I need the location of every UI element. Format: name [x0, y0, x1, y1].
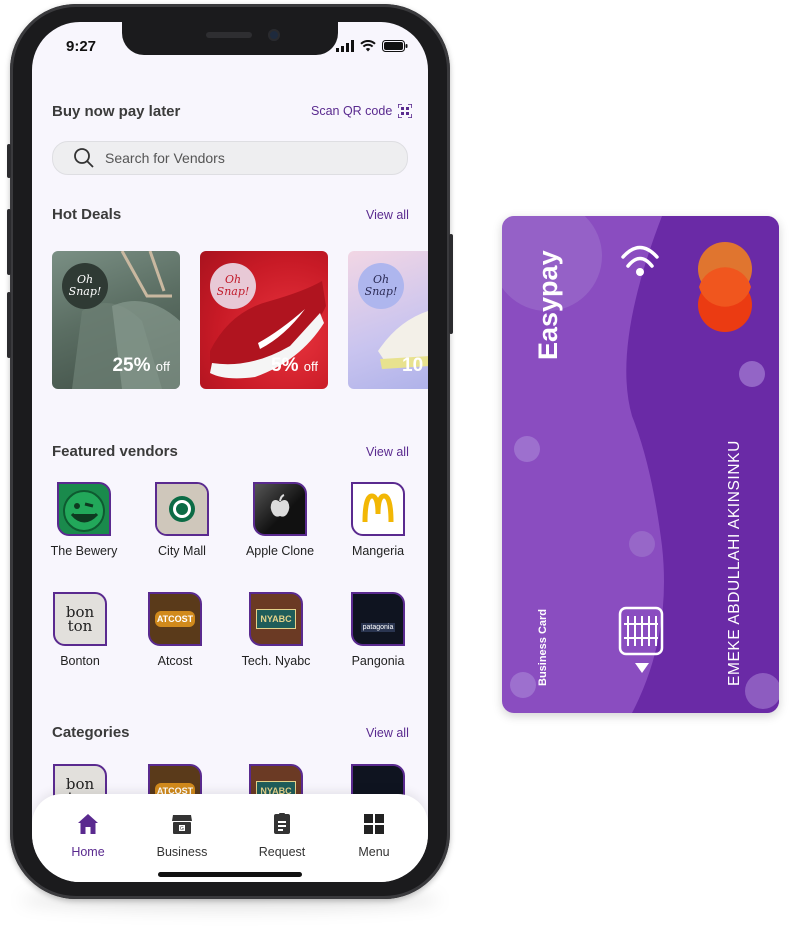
page-title: Buy now pay later	[52, 103, 181, 120]
deal-card[interactable]: Oh Snap! 25% off	[52, 251, 180, 389]
tab-request-label: Request	[258, 845, 306, 859]
nyabc-logo: NYABC	[249, 592, 303, 646]
tab-request[interactable]: Request	[242, 812, 322, 859]
vendor-name: Atcost	[157, 654, 193, 668]
tab-home-label: Home	[71, 845, 105, 859]
store-icon: G	[172, 815, 192, 834]
deal-percent: 5%	[271, 355, 299, 376]
deal-off-label: off	[155, 359, 170, 374]
vendor-item[interactable]: Apple Clone	[232, 482, 328, 558]
tab-business[interactable]: G Business	[142, 812, 222, 859]
vendor-item[interactable]: patagonia Pangonia	[330, 592, 426, 668]
mcdonalds-logo	[351, 482, 405, 536]
deal-discount: 5% off	[271, 355, 318, 377]
bonton-wordmark: bon ton	[65, 603, 95, 635]
apple-logo	[253, 482, 307, 536]
status-icons	[336, 40, 408, 52]
card-brand: Easypay	[519, 236, 579, 376]
deal-off-label: off	[303, 359, 318, 374]
arches-icon	[362, 493, 394, 523]
patagonia-wordmark: patagonia	[360, 623, 396, 632]
smiley-icon	[63, 490, 105, 532]
vendor-name: Apple Clone	[245, 544, 315, 558]
home-icon	[78, 814, 98, 834]
patagonia-logo: patagonia	[351, 592, 405, 646]
coffee-cup-icon	[157, 484, 207, 534]
notch	[122, 22, 338, 55]
vendor-item[interactable]: The Bewery	[36, 482, 132, 558]
battery-icon	[382, 40, 408, 52]
app-screen: 9:27 Buy now pay later Scan QR code Sear…	[32, 22, 428, 882]
starbucks-logo	[155, 482, 209, 536]
vendor-name: City Mall	[158, 544, 206, 558]
deal-badge: Oh Snap!	[210, 263, 256, 309]
vendor-item[interactable]: ATCOST Atcost	[127, 592, 223, 668]
vendor-item[interactable]: Mangeria	[330, 482, 426, 558]
nyabc-wordmark: NYABC	[256, 609, 296, 629]
featured-view-all[interactable]: View all	[366, 445, 409, 459]
deal-badge: Oh Snap!	[358, 263, 404, 309]
categories-title: Categories	[52, 724, 130, 741]
wifi-icon	[360, 40, 376, 52]
mute-switch	[7, 144, 11, 178]
power-button	[449, 234, 453, 334]
hot-deals-carousel: Oh Snap! 25% off Oh Snap! 5% off Oh Snap…	[52, 251, 428, 391]
grid-icon	[364, 814, 384, 834]
front-camera	[268, 29, 280, 41]
apple-icon	[270, 494, 290, 517]
hot-deals-title: Hot Deals	[52, 206, 122, 223]
document-icon	[274, 813, 290, 834]
vendor-name: Pangonia	[351, 654, 405, 668]
vendor-item[interactable]: City Mall	[134, 482, 230, 558]
vendor-item[interactable]: NYABC Tech. Nyabc	[228, 592, 324, 668]
deal-card[interactable]: Oh Snap! 5% off	[200, 251, 328, 389]
svg-text:G: G	[180, 826, 184, 832]
smiley-logo	[57, 482, 111, 536]
atcost-wordmark: ATCOST	[154, 611, 196, 627]
deal-percent: 25%	[112, 355, 151, 376]
vendor-name: The Bewery	[50, 544, 118, 558]
tab-menu[interactable]: Menu	[334, 812, 414, 859]
deal-card[interactable]: Oh Snap! 10	[348, 251, 428, 389]
vendor-item[interactable]: bon ton Bonton	[32, 592, 128, 668]
qr-code-icon	[398, 104, 413, 118]
bottom-tab-bar: Home G Business Request Menu	[32, 794, 428, 882]
scan-qr-label: Scan QR code	[311, 104, 393, 118]
featured-vendors-title: Featured vendors	[52, 443, 178, 460]
vendor-search-bar[interactable]: Search for Vendors	[52, 141, 408, 175]
vendor-name: Mangeria	[351, 544, 405, 558]
speaker-grille	[206, 32, 252, 38]
vendor-name: Tech. Nyabc	[241, 654, 311, 668]
tab-business-label: Business	[156, 845, 208, 859]
scan-qr-button[interactable]: Scan QR code	[311, 104, 413, 118]
card-type-label: Business Card	[537, 608, 549, 686]
hot-deals-view-all[interactable]: View all	[366, 208, 409, 222]
volume-down-button	[7, 292, 11, 358]
home-indicator	[158, 872, 302, 877]
status-time: 9:27	[66, 38, 97, 55]
search-placeholder: Search for Vendors	[105, 150, 225, 166]
signal-icon	[336, 40, 354, 52]
volume-up-button	[7, 209, 11, 275]
deal-discount: 10	[402, 355, 423, 377]
deal-discount: 25% off	[112, 355, 170, 377]
categories-view-all[interactable]: View all	[366, 726, 409, 740]
card-brand-name: Easypay	[533, 250, 563, 360]
tab-menu-label: Menu	[358, 845, 390, 859]
card-holder-name: EMEKE ABDULLAHI AKINSINKU	[726, 440, 743, 686]
deal-badge: Oh Snap!	[62, 263, 108, 309]
search-icon	[74, 148, 94, 168]
tab-home[interactable]: Home	[48, 812, 128, 859]
deal-percent: 10	[402, 355, 424, 376]
vendor-name: Bonton	[60, 654, 100, 668]
atcost-logo: ATCOST	[148, 592, 202, 646]
bonton-logo: bon ton	[53, 592, 107, 646]
